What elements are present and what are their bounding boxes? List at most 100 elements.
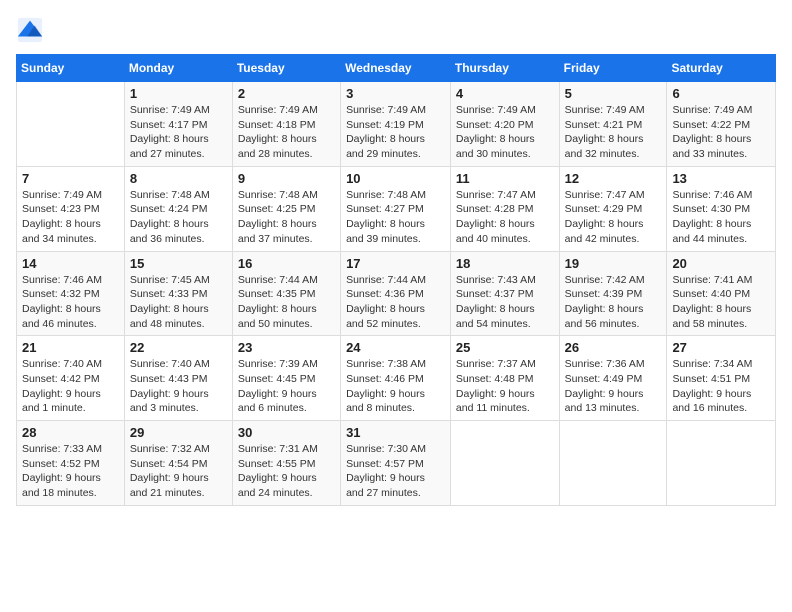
calendar-table: SundayMondayTuesdayWednesdayThursdayFrid… (16, 54, 776, 506)
day-cell: 28Sunrise: 7:33 AMSunset: 4:52 PMDayligh… (17, 421, 125, 506)
day-info: Sunrise: 7:37 AMSunset: 4:48 PMDaylight:… (456, 357, 554, 416)
day-number: 10 (346, 171, 445, 186)
day-number: 6 (672, 86, 770, 101)
week-row-3: 14Sunrise: 7:46 AMSunset: 4:32 PMDayligh… (17, 251, 776, 336)
day-cell: 8 Sunrise: 7:48 AMSunset: 4:24 PMDaylight… (124, 166, 232, 251)
day-number: 16 (238, 256, 335, 271)
day-number: 3 (346, 86, 445, 101)
day-number: 18 (456, 256, 554, 271)
day-number: 15 (130, 256, 227, 271)
day-info: Sunrise: 7:49 AMSunset: 4:17 PMDaylight:… (130, 103, 227, 162)
day-number: 20 (672, 256, 770, 271)
day-cell: 5 Sunrise: 7:49 AMSunset: 4:21 PMDaylight… (559, 82, 667, 167)
day-cell: 19 Sunrise: 7:42 AMSunset: 4:39 PMDayligh… (559, 251, 667, 336)
column-header-friday: Friday (559, 55, 667, 82)
day-info: Sunrise: 7:34 AMSunset: 4:51 PMDaylight:… (672, 357, 770, 416)
day-number: 24 (346, 340, 445, 355)
day-number: 17 (346, 256, 445, 271)
day-info: Sunrise: 7:48 AMSunset: 4:27 PMDaylight:… (346, 188, 445, 247)
day-cell (559, 421, 667, 506)
day-number: 25 (456, 340, 554, 355)
column-header-tuesday: Tuesday (232, 55, 340, 82)
day-number: 5 (565, 86, 662, 101)
day-cell: 13 Sunrise: 7:46 AMSunset: 4:30 PMDayligh… (667, 166, 776, 251)
day-cell: 1 Sunrise: 7:49 AMSunset: 4:17 PMDaylight… (124, 82, 232, 167)
day-cell: 31 Sunrise: 7:30 AMSunset: 4:57 PMDayligh… (341, 421, 451, 506)
day-number: 27 (672, 340, 770, 355)
day-number: 29 (130, 425, 227, 440)
day-cell: 9 Sunrise: 7:48 AMSunset: 4:25 PMDaylight… (232, 166, 340, 251)
day-number: 11 (456, 171, 554, 186)
day-info: Sunrise: 7:49 AMSunset: 4:18 PMDaylight:… (238, 103, 335, 162)
day-info: Sunrise: 7:30 AMSunset: 4:57 PMDaylight:… (346, 442, 445, 501)
day-info: Sunrise: 7:44 AMSunset: 4:36 PMDaylight:… (346, 273, 445, 332)
day-info: Sunrise: 7:42 AMSunset: 4:39 PMDaylight:… (565, 273, 662, 332)
day-number: 30 (238, 425, 335, 440)
day-cell: 16 Sunrise: 7:44 AMSunset: 4:35 PMDayligh… (232, 251, 340, 336)
day-number: 12 (565, 171, 662, 186)
week-row-2: 7 Sunrise: 7:49 AMSunset: 4:23 PMDaylight… (17, 166, 776, 251)
day-info: Sunrise: 7:43 AMSunset: 4:37 PMDaylight:… (456, 273, 554, 332)
column-header-monday: Monday (124, 55, 232, 82)
day-cell: 24 Sunrise: 7:38 AMSunset: 4:46 PMDayligh… (341, 336, 451, 421)
day-number: 26 (565, 340, 662, 355)
day-info: Sunrise: 7:49 AMSunset: 4:19 PMDaylight:… (346, 103, 445, 162)
day-info: Sunrise: 7:41 AMSunset: 4:40 PMDaylight:… (672, 273, 770, 332)
day-info: Sunrise: 7:40 AMSunset: 4:43 PMDaylight:… (130, 357, 227, 416)
day-info: Sunrise: 7:49 AMSunset: 4:23 PMDaylight:… (22, 188, 119, 247)
day-info: Sunrise: 7:47 AMSunset: 4:28 PMDaylight:… (456, 188, 554, 247)
day-cell: 12Sunrise: 7:47 AMSunset: 4:29 PMDayligh… (559, 166, 667, 251)
day-number: 23 (238, 340, 335, 355)
day-number: 8 (130, 171, 227, 186)
day-cell: 10 Sunrise: 7:48 AMSunset: 4:27 PMDayligh… (341, 166, 451, 251)
day-cell: 3 Sunrise: 7:49 AMSunset: 4:19 PMDaylight… (341, 82, 451, 167)
day-number: 7 (22, 171, 119, 186)
day-info: Sunrise: 7:40 AMSunset: 4:42 PMDaylight:… (22, 357, 119, 416)
day-number: 13 (672, 171, 770, 186)
day-cell: 27 Sunrise: 7:34 AMSunset: 4:51 PMDayligh… (667, 336, 776, 421)
day-number: 19 (565, 256, 662, 271)
day-info: Sunrise: 7:33 AMSunset: 4:52 PMDaylight:… (22, 442, 119, 501)
day-number: 1 (130, 86, 227, 101)
day-cell: 15 Sunrise: 7:45 AMSunset: 4:33 PMDayligh… (124, 251, 232, 336)
logo-icon (16, 16, 44, 44)
day-cell: 26 Sunrise: 7:36 AMSunset: 4:49 PMDayligh… (559, 336, 667, 421)
day-number: 22 (130, 340, 227, 355)
day-info: Sunrise: 7:36 AMSunset: 4:49 PMDaylight:… (565, 357, 662, 416)
day-info: Sunrise: 7:46 AMSunset: 4:30 PMDaylight:… (672, 188, 770, 247)
day-info: Sunrise: 7:39 AMSunset: 4:45 PMDaylight:… (238, 357, 335, 416)
day-number: 31 (346, 425, 445, 440)
day-cell (450, 421, 559, 506)
week-row-4: 21 Sunrise: 7:40 AMSunset: 4:42 PMDayligh… (17, 336, 776, 421)
header-row: SundayMondayTuesdayWednesdayThursdayFrid… (17, 55, 776, 82)
column-header-sunday: Sunday (17, 55, 125, 82)
main-container: SundayMondayTuesdayWednesdayThursdayFrid… (0, 0, 792, 514)
day-number: 21 (22, 340, 119, 355)
day-cell: 30Sunrise: 7:31 AMSunset: 4:55 PMDayligh… (232, 421, 340, 506)
day-cell: 25 Sunrise: 7:37 AMSunset: 4:48 PMDayligh… (450, 336, 559, 421)
week-row-1: 1 Sunrise: 7:49 AMSunset: 4:17 PMDaylight… (17, 82, 776, 167)
day-cell: 11 Sunrise: 7:47 AMSunset: 4:28 PMDayligh… (450, 166, 559, 251)
day-cell: 22 Sunrise: 7:40 AMSunset: 4:43 PMDayligh… (124, 336, 232, 421)
day-cell (17, 82, 125, 167)
day-info: Sunrise: 7:44 AMSunset: 4:35 PMDaylight:… (238, 273, 335, 332)
day-cell: 2 Sunrise: 7:49 AMSunset: 4:18 PMDaylight… (232, 82, 340, 167)
day-info: Sunrise: 7:49 AMSunset: 4:21 PMDaylight:… (565, 103, 662, 162)
day-info: Sunrise: 7:48 AMSunset: 4:25 PMDaylight:… (238, 188, 335, 247)
day-cell: 7 Sunrise: 7:49 AMSunset: 4:23 PMDaylight… (17, 166, 125, 251)
header (16, 16, 776, 44)
day-number: 2 (238, 86, 335, 101)
day-info: Sunrise: 7:48 AMSunset: 4:24 PMDaylight:… (130, 188, 227, 247)
day-number: 9 (238, 171, 335, 186)
day-cell (667, 421, 776, 506)
day-info: Sunrise: 7:45 AMSunset: 4:33 PMDaylight:… (130, 273, 227, 332)
day-info: Sunrise: 7:46 AMSunset: 4:32 PMDaylight:… (22, 273, 119, 332)
day-cell: 14Sunrise: 7:46 AMSunset: 4:32 PMDayligh… (17, 251, 125, 336)
day-number: 4 (456, 86, 554, 101)
column-header-wednesday: Wednesday (341, 55, 451, 82)
day-info: Sunrise: 7:38 AMSunset: 4:46 PMDaylight:… (346, 357, 445, 416)
day-info: Sunrise: 7:49 AMSunset: 4:20 PMDaylight:… (456, 103, 554, 162)
day-cell: 6Sunrise: 7:49 AMSunset: 4:22 PMDaylight… (667, 82, 776, 167)
day-cell: 17 Sunrise: 7:44 AMSunset: 4:36 PMDayligh… (341, 251, 451, 336)
logo (16, 16, 48, 44)
